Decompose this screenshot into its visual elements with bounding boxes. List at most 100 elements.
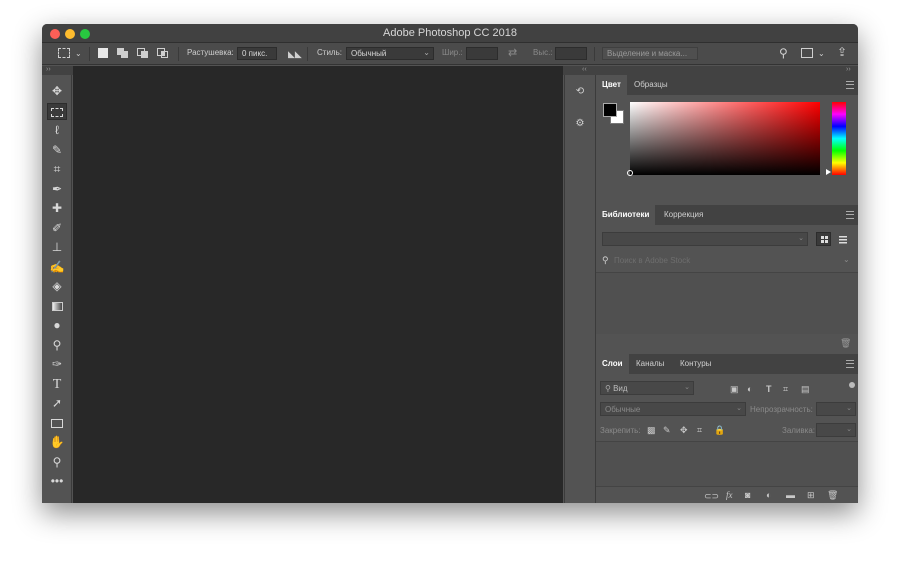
panel-menu-icon[interactable]: [846, 81, 854, 89]
hand-tool-icon[interactable]: ✋: [47, 434, 67, 451]
history-panel-icon[interactable]: ⟲: [569, 81, 591, 103]
more-tools-icon[interactable]: •••: [47, 473, 67, 490]
lock-image-icon[interactable]: ✎: [663, 425, 671, 435]
add-selection-icon[interactable]: [117, 48, 129, 62]
adjustment-layer-filter-icon[interactable]: ◐: [747, 384, 752, 394]
chevron-down-icon: ⌄: [846, 405, 852, 412]
opacity-input[interactable]: ⌄: [816, 402, 856, 416]
list-view-icon[interactable]: [837, 233, 849, 245]
history-brush-tool-icon[interactable]: ✍: [47, 259, 67, 276]
chevron-down-icon: ⌄: [798, 235, 804, 242]
color-picker-handle[interactable]: [627, 170, 633, 176]
fill-input[interactable]: ⌄: [816, 423, 856, 437]
hue-slider-marker[interactable]: [826, 169, 831, 175]
rectangle-tool-icon[interactable]: [47, 415, 67, 432]
hue-slider[interactable]: [832, 102, 846, 175]
style-select-value: Обычный: [351, 49, 387, 58]
brush-tool-icon[interactable]: ✐: [47, 220, 67, 237]
library-content-area: [596, 272, 858, 334]
intersect-selection-icon[interactable]: [157, 48, 169, 62]
path-selection-tool-icon[interactable]: ➚: [47, 395, 67, 412]
smart-object-filter-icon[interactable]: ▤: [801, 384, 810, 394]
pixel-layer-filter-icon[interactable]: ▣: [730, 384, 739, 394]
new-selection-icon[interactable]: [98, 48, 108, 58]
lock-label: Закрепить:: [600, 426, 641, 435]
crop-tool-icon[interactable]: ⌗: [47, 161, 67, 178]
stock-search-input[interactable]: Поиск в Adobe Stock: [614, 256, 690, 265]
separator: [594, 47, 595, 61]
foreground-swatch[interactable]: [603, 103, 617, 117]
lock-all-icon[interactable]: 🔒: [714, 425, 725, 435]
grid-view-icon[interactable]: [816, 232, 831, 246]
filter-toggle-icon[interactable]: [849, 382, 855, 388]
canvas-area[interactable]: [73, 66, 563, 503]
feather-input[interactable]: 0 пикс.: [237, 47, 277, 60]
panel-menu-icon[interactable]: [846, 211, 854, 219]
width-label: Шир.:: [442, 48, 463, 57]
select-and-mask-button[interactable]: Выделение и маска...: [602, 47, 698, 60]
separator: [89, 47, 90, 61]
link-icon[interactable]: ⊂⊃: [704, 491, 719, 501]
search-icon[interactable]: ⚲: [779, 47, 788, 59]
share-icon[interactable]: ⇪: [837, 46, 847, 58]
trash-icon[interactable]: 🗑: [827, 490, 838, 500]
style-select[interactable]: Обычный ⌄: [346, 47, 434, 60]
fx-icon[interactable]: fx: [726, 490, 733, 500]
chevron-down-icon[interactable]: ⌄: [843, 255, 850, 264]
blur-tool-icon[interactable]: ●: [47, 317, 67, 334]
tab-paths[interactable]: Контуры: [674, 354, 717, 374]
tab-swatches[interactable]: Образцы: [628, 75, 674, 95]
blend-mode-select[interactable]: Обычные ⌄: [600, 402, 746, 416]
expand-panels-icon[interactable]: ››: [846, 66, 851, 73]
type-tool-icon[interactable]: T: [47, 376, 67, 393]
eyedropper-tool-icon[interactable]: ✒: [47, 181, 67, 198]
quick-selection-tool-icon[interactable]: ✎: [47, 142, 67, 159]
gradient-tool-icon[interactable]: [47, 298, 67, 315]
dodge-tool-icon[interactable]: ⚲: [47, 337, 67, 354]
chevron-down-icon[interactable]: ⌄: [818, 48, 825, 60]
pen-tool-icon[interactable]: ✑: [47, 356, 67, 373]
expand-toolbar-icon[interactable]: ››: [46, 66, 51, 73]
layer-kind-filter[interactable]: ⚲ Вид ⌄: [600, 381, 694, 395]
adjustment-icon[interactable]: ◐: [766, 490, 771, 500]
mask-icon[interactable]: ◙: [745, 490, 750, 500]
move-tool-icon[interactable]: ✥: [47, 83, 67, 100]
width-input[interactable]: [466, 47, 498, 60]
lock-transparency-icon[interactable]: ▩: [647, 425, 656, 435]
tab-layers[interactable]: Слои: [596, 354, 629, 374]
separator: [178, 47, 179, 61]
color-panel-tabs: Цвет Образцы: [596, 75, 858, 95]
folder-icon[interactable]: ▬: [786, 490, 795, 500]
subtract-selection-icon[interactable]: [137, 48, 149, 62]
height-input[interactable]: [555, 47, 587, 60]
swap-dimensions-icon[interactable]: ⇄: [508, 47, 517, 59]
collapse-panels-icon[interactable]: ‹‹: [582, 66, 587, 73]
chevron-down-icon[interactable]: ⌄: [75, 48, 82, 60]
healing-brush-tool-icon[interactable]: ✚: [47, 200, 67, 217]
zoom-tool-icon[interactable]: ⚲: [47, 454, 67, 471]
type-layer-filter-icon[interactable]: T: [766, 384, 772, 394]
right-panels: Цвет Образцы Библиотеки Коррекция ⌄ ⚲ По…: [595, 75, 858, 503]
panel-menu-icon[interactable]: [846, 360, 854, 368]
chevron-down-icon: ⌄: [684, 384, 690, 391]
lasso-tool-icon[interactable]: ℓ: [47, 122, 67, 139]
opacity-label: Непрозрачность:: [750, 405, 813, 414]
library-select[interactable]: ⌄: [602, 232, 808, 246]
eraser-tool-icon[interactable]: ◈: [47, 278, 67, 295]
marquee-tool-preset-icon[interactable]: [58, 48, 70, 58]
lock-position-icon[interactable]: ✥: [680, 425, 688, 435]
tab-libraries[interactable]: Библиотеки: [596, 205, 656, 225]
color-field[interactable]: [630, 102, 820, 175]
tab-color[interactable]: Цвет: [596, 75, 627, 95]
trash-icon[interactable]: 🗑: [840, 338, 851, 349]
new-layer-icon[interactable]: ⊞: [807, 490, 815, 500]
shape-layer-filter-icon[interactable]: ⌗: [783, 384, 788, 394]
marquee-tool-icon[interactable]: [47, 103, 67, 120]
properties-panel-icon[interactable]: ⚙: [569, 113, 591, 135]
lock-artboard-icon[interactable]: ⌗: [697, 425, 702, 435]
clone-stamp-tool-icon[interactable]: ⊥: [47, 239, 67, 256]
tab-adjustments[interactable]: Коррекция: [658, 205, 709, 225]
anti-alias-icon[interactable]: ◣◣: [288, 48, 302, 60]
tab-channels[interactable]: Каналы: [630, 354, 670, 374]
workspace-icon[interactable]: [801, 48, 813, 58]
